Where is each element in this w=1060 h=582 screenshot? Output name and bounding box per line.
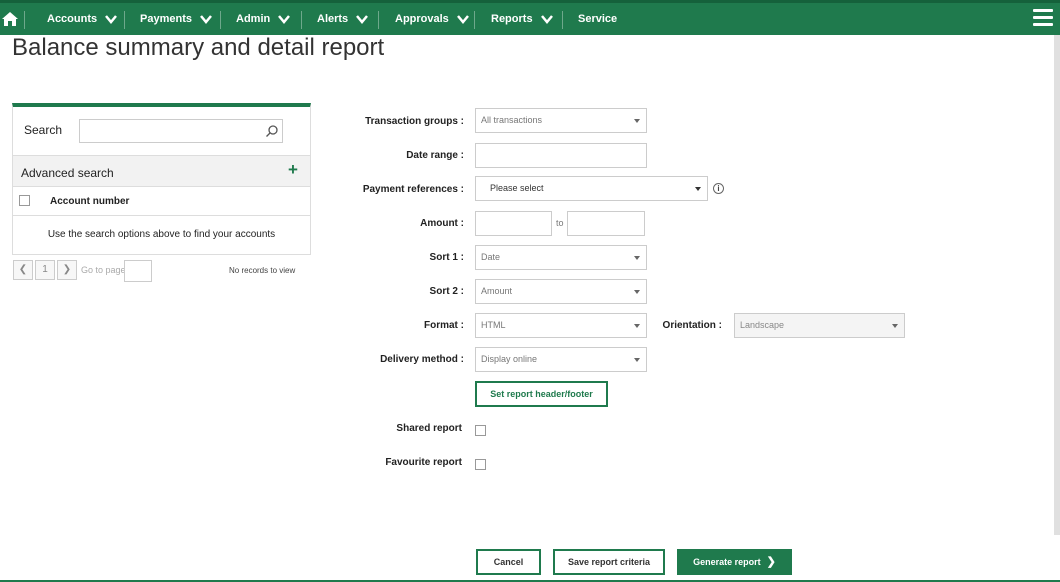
current-page: 1 <box>35 260 55 280</box>
select-all-checkbox[interactable] <box>19 195 30 206</box>
chevron-down-icon <box>456 14 469 24</box>
plus-icon[interactable]: + <box>288 161 298 178</box>
date-range-label: Date range : <box>406 150 464 161</box>
transaction-groups-select[interactable]: All transactions <box>475 108 647 133</box>
home-icon[interactable] <box>1 10 19 28</box>
chevron-down-icon <box>634 119 640 123</box>
orientation-value: Landscape <box>740 320 785 330</box>
date-range-input[interactable] <box>475 143 647 168</box>
chevron-down-icon <box>278 14 291 24</box>
orientation-label: Orientation : <box>662 320 722 331</box>
sort2-select[interactable]: Amount <box>475 279 647 304</box>
chevron-down-icon <box>634 290 640 294</box>
chevron-down-icon <box>634 358 640 362</box>
sort1-select[interactable]: Date <box>475 245 647 270</box>
transaction-groups-label: Transaction groups : <box>365 116 464 127</box>
empty-results-message: Use the search options above to find you… <box>47 229 276 240</box>
chevron-down-icon <box>540 14 553 24</box>
format-label: Format : <box>424 320 464 331</box>
sort2-value: Amount <box>481 286 513 296</box>
sort2-label: Sort 2 : <box>429 286 464 297</box>
amount-to-label: to <box>556 218 564 228</box>
advanced-search-label: Advanced search <box>21 166 114 180</box>
chevron-down-icon <box>634 256 640 260</box>
nav-label: Reports <box>491 13 533 25</box>
chevron-down-icon <box>200 14 212 24</box>
nav-label: Service <box>578 13 618 25</box>
search-icon[interactable] <box>265 124 279 138</box>
delivery-method-value: Display online <box>481 354 538 364</box>
favourite-report-checkbox[interactable] <box>475 459 486 470</box>
top-nav-bar: Accounts Payments Admin Alerts Approvals… <box>0 0 1060 35</box>
nav-label: Admin <box>236 13 271 25</box>
sort1-label: Sort 1 : <box>429 252 464 263</box>
nav-item-accounts[interactable]: Accounts <box>47 3 118 35</box>
next-page-button[interactable]: ❯ <box>57 260 77 280</box>
chevron-down-icon <box>105 14 118 24</box>
nav-item-admin[interactable]: Admin <box>236 3 291 35</box>
search-row: Search <box>13 107 310 156</box>
search-label: Search <box>24 123 63 137</box>
amount-label: Amount : <box>420 218 464 229</box>
nav-separator <box>220 11 221 29</box>
generate-report-button[interactable]: Generate report ❯ <box>677 549 792 575</box>
table-header-row: Account number <box>13 187 310 216</box>
nav-separator <box>301 11 302 29</box>
shared-report-label: Shared report <box>396 423 462 434</box>
prev-page-button[interactable]: ❮ <box>13 260 33 280</box>
advanced-search-toggle[interactable]: Advanced search + <box>13 156 310 187</box>
payment-references-label: Payment references : <box>362 184 464 195</box>
no-records-text: No records to view <box>229 266 296 275</box>
nav-item-reports[interactable]: Reports <box>491 3 553 35</box>
transaction-groups-value: All transactions <box>481 115 543 125</box>
amount-to-input[interactable] <box>567 211 645 236</box>
nav-label: Accounts <box>47 13 98 25</box>
nav-label: Approvals <box>395 13 449 25</box>
payment-references-select[interactable]: Please select <box>475 176 708 201</box>
cancel-button[interactable]: Cancel <box>476 549 541 575</box>
format-value: HTML <box>481 320 506 330</box>
goto-page-input[interactable] <box>124 260 152 282</box>
payment-references-value: Please select <box>490 183 544 193</box>
save-report-criteria-button[interactable]: Save report criteria <box>553 549 665 575</box>
scrollbar[interactable] <box>1054 35 1060 535</box>
search-input[interactable] <box>79 119 283 143</box>
goto-page-label: Go to page <box>81 265 126 275</box>
nav-separator <box>378 11 379 29</box>
nav-separator <box>474 11 475 29</box>
account-search-panel: Search Advanced search + Account number … <box>12 103 311 255</box>
nav-separator <box>562 11 563 29</box>
nav-item-approvals[interactable]: Approvals <box>395 3 469 35</box>
shared-report-checkbox[interactable] <box>475 425 486 436</box>
hamburger-menu-icon[interactable] <box>1033 9 1053 27</box>
nav-separator <box>24 11 25 29</box>
delivery-method-label: Delivery method : <box>380 354 464 365</box>
favourite-report-label: Favourite report <box>385 457 462 468</box>
nav-item-alerts[interactable]: Alerts <box>317 3 369 35</box>
chevron-right-icon: ❯ <box>766 556 776 568</box>
nav-item-service[interactable]: Service <box>578 3 617 35</box>
format-select[interactable]: HTML <box>475 313 647 338</box>
generate-report-label: Generate report <box>693 557 761 567</box>
set-report-header-footer-button[interactable]: Set report header/footer <box>475 381 608 407</box>
delivery-method-select[interactable]: Display online <box>475 347 647 372</box>
nav-item-payments[interactable]: Payments <box>140 3 212 35</box>
chevron-down-icon <box>356 14 369 24</box>
nav-label: Alerts <box>317 13 349 25</box>
page-title: Balance summary and detail report <box>12 34 385 61</box>
chevron-down-icon <box>634 324 640 328</box>
column-header-account-number: Account number <box>50 196 130 207</box>
nav-separator <box>124 11 125 29</box>
chevron-down-icon <box>892 324 898 328</box>
info-icon[interactable]: i <box>713 183 724 194</box>
orientation-select[interactable]: Landscape <box>734 313 905 338</box>
chevron-down-icon <box>695 187 701 191</box>
sort1-value: Date <box>481 252 501 262</box>
amount-from-input[interactable] <box>475 211 552 236</box>
nav-label: Payments <box>140 13 192 25</box>
